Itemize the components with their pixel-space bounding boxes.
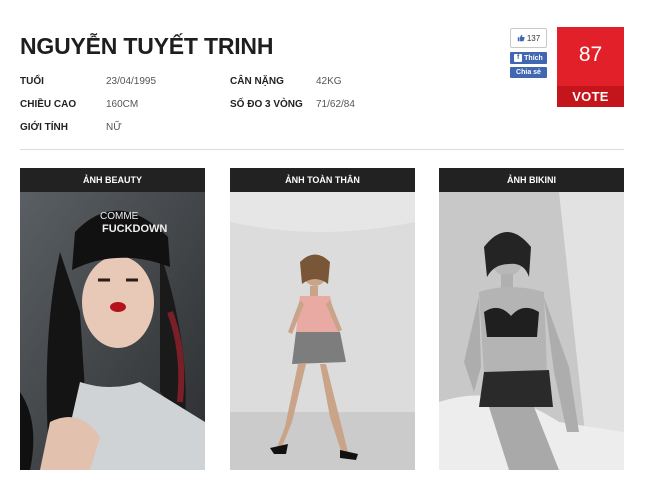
vote-box: 87 VOTE [557,27,624,107]
gallery-title-fullbody: ẢNH TOÀN THÂN [230,168,415,192]
like-count: 137 [526,33,541,43]
fullbody-photo[interactable] [230,192,415,470]
hat-text-top: COMME [100,211,139,222]
gallery-column-fullbody: ẢNH TOÀN THÂN [230,168,415,470]
info-height-value: 160CM [106,99,139,110]
thumbs-up-icon [517,34,525,42]
info-gender-value: NỮ [106,122,122,133]
facebook-widget: 137 f Thích Chia sẻ [510,28,548,78]
hat-text-bottom: FUCKDOWN [102,223,167,235]
divider [20,149,624,150]
info-age-value: 23/04/1995 [106,76,157,87]
info-age-label: TUỔI [20,76,44,87]
facebook-share-button[interactable]: Chia sẻ [510,67,547,78]
facebook-like-button[interactable]: f Thích [510,52,547,64]
profile-name: NGUYỄN TUYẾT TRINH [20,33,274,59]
vote-count: 87 [578,43,603,66]
info-measurements-value: 71/62/84 [316,99,355,110]
bikini-photo[interactable] [439,192,624,470]
info-measurements-label: SỐ ĐO 3 VÒNG [230,99,303,110]
beauty-photo[interactable]: COMME FUCKDOWN [20,192,205,470]
info-height-label: CHIỀU CAO [20,99,77,110]
like-count-box[interactable]: 137 [510,28,547,48]
gallery-column-bikini: ẢNH BIKINI [439,168,624,470]
facebook-like-label: Thích [524,54,543,62]
info-gender-label: GIỚI TÍNH [20,122,68,133]
facebook-icon: f [514,54,523,62]
gallery-title-bikini: ẢNH BIKINI [439,168,624,192]
gallery-column-beauty: ẢNH BEAUTY COMME FUCKDOWN [20,168,205,470]
info-weight-label: CÂN NẶNG [230,76,284,87]
gallery-title-beauty: ẢNH BEAUTY [20,168,205,192]
vote-button[interactable]: VOTE [557,86,624,107]
info-weight-value: 42KG [316,76,342,87]
